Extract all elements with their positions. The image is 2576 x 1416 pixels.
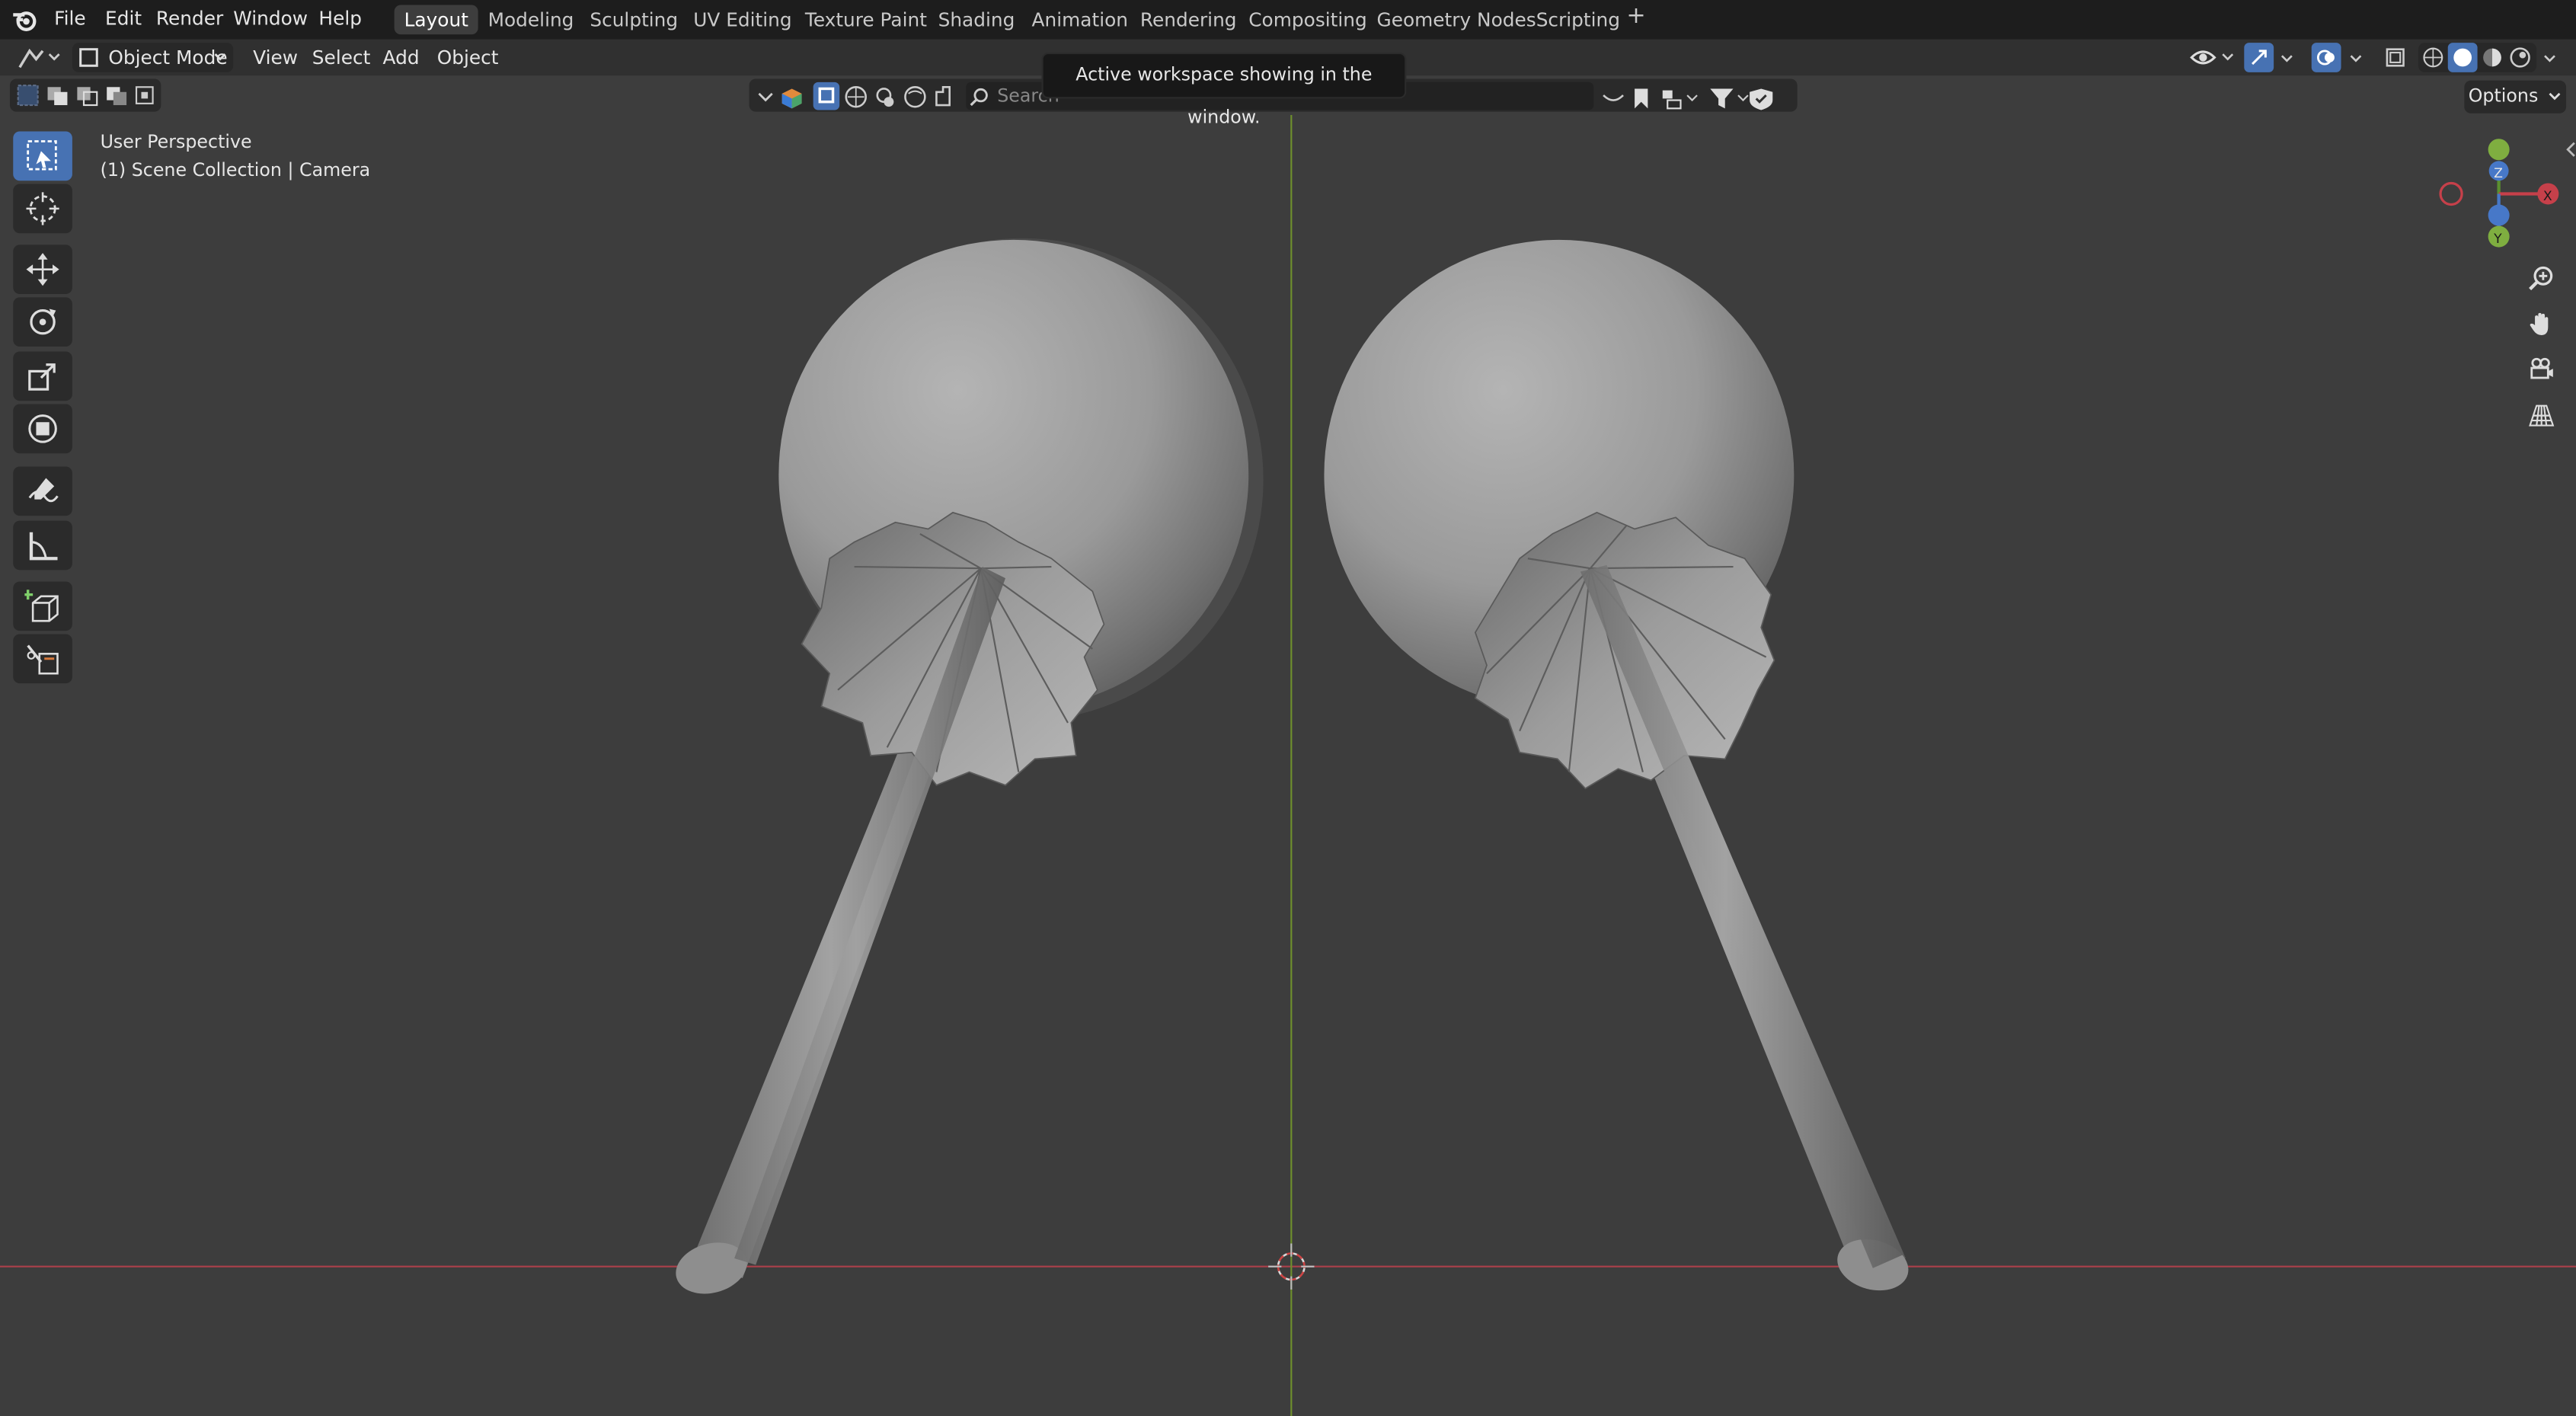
sidebar-toggle-icon[interactable] <box>2563 141 2576 158</box>
chevron-down-icon[interactable] <box>2349 54 2362 64</box>
camera-icon <box>2530 357 2553 379</box>
header-menu-select[interactable]: Select <box>312 43 371 72</box>
options-label: Options <box>2468 85 2539 107</box>
editor-type-icon[interactable] <box>17 44 62 71</box>
tab-geometry-nodes[interactable]: Geometry Nodes <box>1367 5 1546 34</box>
solid-shading-icon <box>2453 48 2472 67</box>
outliner-right-icons[interactable] <box>1602 87 1782 110</box>
tool-knife[interactable] <box>13 634 72 684</box>
square-icon <box>818 87 835 104</box>
chevron-down-icon <box>2549 92 2562 101</box>
move-icon <box>26 253 59 286</box>
tab-scripting[interactable]: Scripting <box>1526 5 1630 34</box>
filter-type-icons[interactable] <box>845 84 960 108</box>
lollipop-left <box>676 238 1264 1294</box>
gizmo-z-negative <box>2488 204 2510 226</box>
blender-logo-icon[interactable] <box>10 5 40 34</box>
overlays-icon <box>2316 50 2335 66</box>
lollipop-right <box>1324 239 1909 1291</box>
filter-object-button[interactable] <box>813 82 840 110</box>
visibility-icon[interactable] <box>2188 44 2238 71</box>
object-mode-icon <box>79 48 98 67</box>
chevron-down-icon[interactable] <box>2280 54 2293 64</box>
tool-add-cube[interactable] <box>13 581 72 631</box>
tool-transform[interactable] <box>13 404 72 454</box>
zoom-icon <box>2529 266 2553 291</box>
chevron-down-icon <box>214 53 226 61</box>
header-menu-add[interactable]: Add <box>383 43 420 72</box>
gizmo-label-y: Y <box>2493 232 2502 247</box>
tool-cursor[interactable] <box>13 184 72 234</box>
camera-view-button[interactable] <box>2519 348 2565 391</box>
view-name-label: User Perspective <box>100 131 252 153</box>
tool-measure[interactable] <box>13 520 72 571</box>
scale-icon <box>28 363 56 391</box>
solid-shading-button[interactable] <box>2447 43 2478 72</box>
rendered-shading-icon[interactable] <box>2509 46 2532 69</box>
selection-mode-group <box>9 78 161 112</box>
top-bar: File Edit Render Window Help Layout Mode… <box>0 0 2576 40</box>
measure-icon <box>29 532 58 561</box>
viewport-canvas[interactable]: Z X Y <box>0 114 2576 1416</box>
blender-window: File Edit Render Window Help Layout Mode… <box>0 0 2576 1416</box>
search-icon <box>970 88 988 107</box>
zoom-view-button[interactable] <box>2519 256 2565 299</box>
gizmo-icon <box>2252 50 2267 66</box>
menu-help[interactable]: Help <box>318 7 362 30</box>
gizmo-label-z: Z <box>2494 166 2503 181</box>
tab-uv-editing[interactable]: UV Editing <box>683 5 801 34</box>
pan-view-button[interactable] <box>2519 302 2565 345</box>
header-menu-view[interactable]: View <box>253 43 298 72</box>
menu-edit[interactable]: Edit <box>105 7 142 30</box>
tab-modeling[interactable]: Modeling <box>478 5 584 34</box>
perspective-toggle-button[interactable] <box>2519 395 2565 437</box>
annotate-icon <box>28 478 59 503</box>
material-shading-icon[interactable] <box>2481 46 2504 69</box>
tab-texture-paint[interactable]: Texture Paint <box>795 5 937 34</box>
add-cube-icon <box>24 590 59 622</box>
rotate-icon <box>30 308 56 335</box>
collection-info-label: (1) Scene Collection | Camera <box>100 159 371 181</box>
transform-icon <box>28 414 57 443</box>
knife-icon <box>27 644 59 675</box>
options-dropdown[interactable]: Options <box>2464 80 2567 113</box>
chevron-down-icon[interactable] <box>2543 54 2556 64</box>
selection-mode-icons[interactable] <box>17 84 158 107</box>
tab-rendering[interactable]: Rendering <box>1130 5 1247 34</box>
header-menu-object[interactable]: Object <box>437 43 499 72</box>
tool-move[interactable] <box>13 245 72 295</box>
gizmo-x-negative <box>2439 181 2463 206</box>
xray-toggle-icon[interactable] <box>2384 46 2407 69</box>
tool-scale[interactable] <box>13 351 72 401</box>
shading-mode-group <box>2418 43 2537 72</box>
grid-perspective-icon <box>2529 404 2555 427</box>
cursor-icon <box>26 192 59 225</box>
tab-animation[interactable]: Animation <box>1022 5 1138 34</box>
select-box-icon <box>27 140 57 171</box>
menu-window[interactable]: Window <box>233 7 308 30</box>
gizmo-y-positive <box>2488 139 2510 161</box>
add-workspace-button[interactable]: + <box>1626 3 1645 30</box>
tab-shading[interactable]: Shading <box>928 5 1025 34</box>
tab-compositing[interactable]: Compositing <box>1238 5 1376 34</box>
mode-label: Object Mode <box>108 46 228 69</box>
menu-file[interactable]: File <box>54 7 86 30</box>
gizmo-label-x: X <box>2543 189 2552 204</box>
hand-icon <box>2530 312 2549 335</box>
tool-annotate[interactable] <box>13 466 72 516</box>
tab-layout[interactable]: Layout <box>394 5 478 35</box>
workspace-tooltip: Active workspace showing in the window. <box>1041 53 1407 128</box>
tool-select-box[interactable] <box>13 131 72 181</box>
tab-sculpting[interactable]: Sculpting <box>580 5 688 34</box>
overlays-toggle-button[interactable] <box>2311 43 2341 72</box>
menu-render[interactable]: Render <box>156 7 223 30</box>
tool-rotate[interactable] <box>13 297 72 347</box>
wireframe-shading-icon[interactable] <box>2421 46 2444 69</box>
gizmo-toggle-button[interactable] <box>2244 43 2274 72</box>
mode-dropdown[interactable]: Object Mode <box>72 43 234 72</box>
